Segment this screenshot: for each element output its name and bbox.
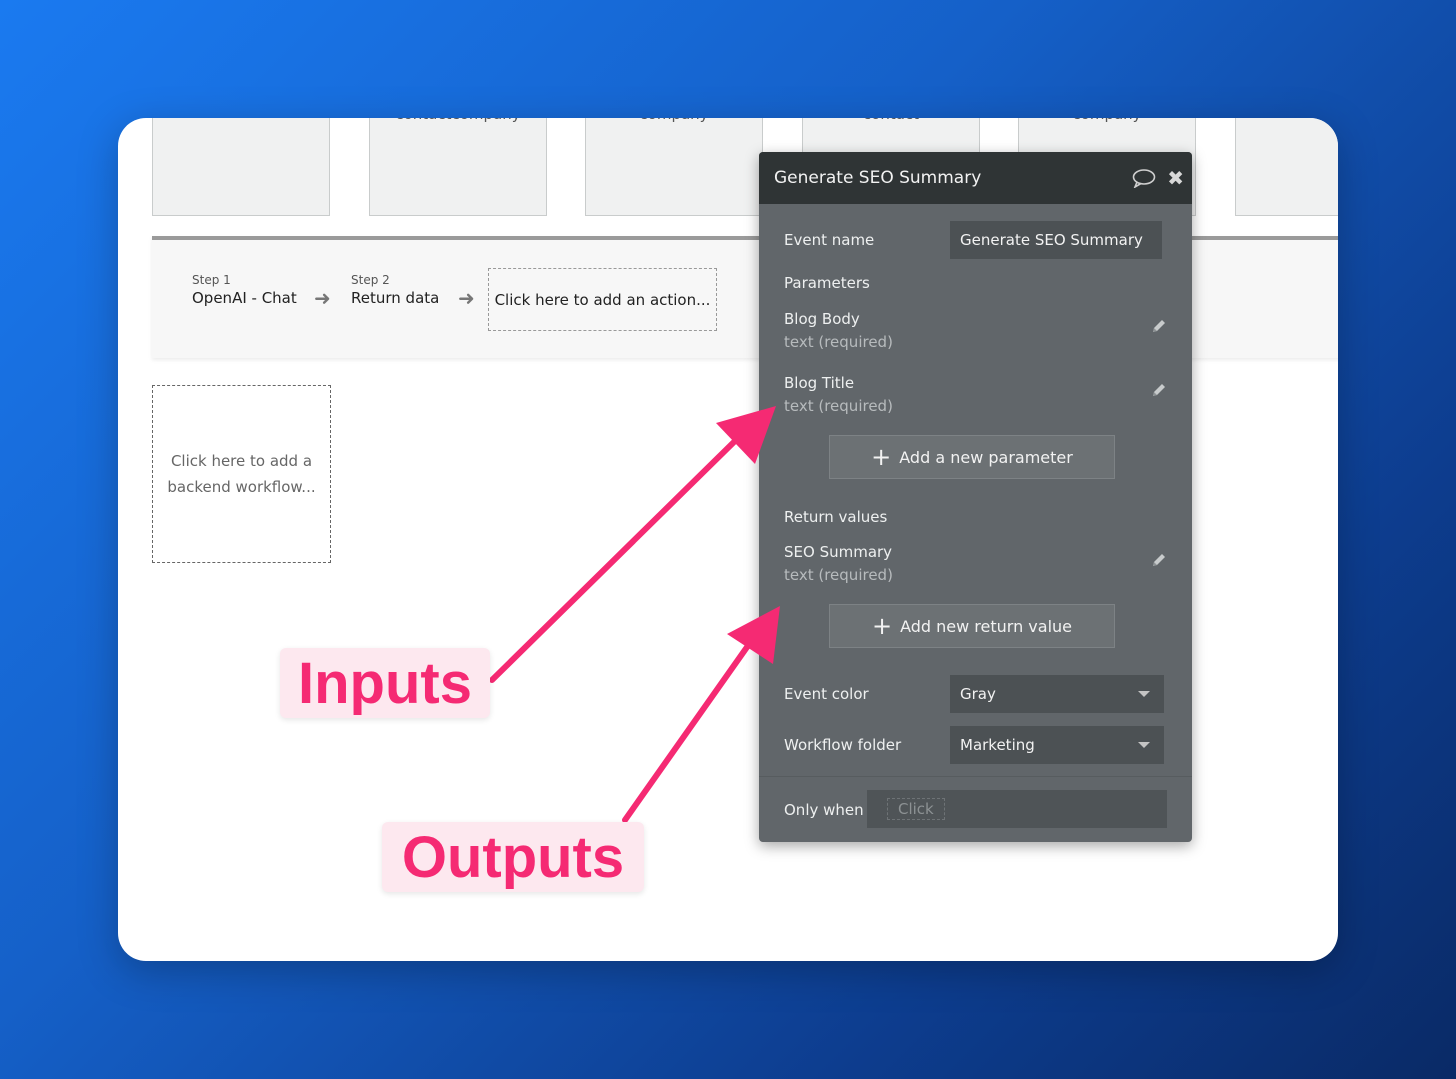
event-color-value: Gray xyxy=(960,685,996,703)
only-when-label: Only when xyxy=(784,801,864,819)
workflow-folder-dropdown[interactable]: Marketing xyxy=(950,726,1164,764)
add-parameter-button[interactable]: + Add a new parameter xyxy=(829,435,1115,479)
step-number: Step 1 xyxy=(192,273,231,287)
add-action-button[interactable]: Click here to add an action... xyxy=(488,268,717,331)
comment-icon[interactable] xyxy=(1132,168,1156,192)
column-label: company xyxy=(586,118,762,123)
parameter-type: text (required) xyxy=(784,333,893,351)
workflow-folder-value: Marketing xyxy=(960,736,1035,754)
workflow-folder-label: Workflow folder xyxy=(784,736,902,754)
step-name: Return data xyxy=(351,289,440,307)
plus-icon: + xyxy=(871,612,893,640)
outputs-callout: Outputs xyxy=(382,822,644,892)
column-label: contact xyxy=(803,118,979,123)
arrow-right-icon: ➜ xyxy=(458,286,475,310)
arrow-right-icon: ➜ xyxy=(314,286,331,310)
event-name-input[interactable]: Generate SEO Summary xyxy=(950,221,1162,259)
return-value-type: text (required) xyxy=(784,566,893,584)
pencil-icon[interactable] xyxy=(1151,552,1167,572)
parameter-type: text (required) xyxy=(784,397,893,415)
add-backend-label: Click here to add a backend workflow... xyxy=(167,452,316,496)
chevron-down-icon xyxy=(1138,742,1150,748)
only-when-condition-input[interactable]: Click xyxy=(867,790,1167,828)
divider xyxy=(759,776,1192,777)
outputs-label: Outputs xyxy=(401,824,625,890)
return-values-heading: Return values xyxy=(784,508,888,526)
data-column-card[interactable]: co xyxy=(1235,118,1338,216)
inputs-callout: Inputs xyxy=(280,648,490,718)
step-number: Step 2 xyxy=(351,273,390,287)
add-backend-workflow-button[interactable]: Click here to add a backend workflow... xyxy=(152,385,331,563)
add-parameter-label: Add a new parameter xyxy=(899,447,1073,467)
panel-header: Generate SEO Summary ✖ xyxy=(759,152,1192,204)
parameters-heading: Parameters xyxy=(784,274,870,292)
event-name-label: Event name xyxy=(784,231,875,249)
workflow-step-2[interactable]: Step 2 Return data xyxy=(351,273,439,307)
data-column-card[interactable]: contactcompany xyxy=(369,118,547,216)
pencil-icon[interactable] xyxy=(1151,318,1167,338)
chevron-down-icon xyxy=(1138,691,1150,697)
event-properties-panel: Generate SEO Summary ✖ Event name Genera… xyxy=(759,152,1192,842)
step-name: OpenAI - Chat xyxy=(192,289,297,307)
close-icon[interactable]: ✖ xyxy=(1167,166,1184,190)
event-name-value: Generate SEO Summary xyxy=(960,231,1143,249)
parameter-name: Blog Body xyxy=(784,310,860,328)
add-return-value-label: Add new return value xyxy=(900,616,1073,636)
column-label: company xyxy=(1019,118,1195,123)
parameter-name: Blog Title xyxy=(784,374,855,392)
column-label: co xyxy=(1236,118,1338,123)
plus-icon: + xyxy=(871,443,892,471)
event-color-dropdown[interactable]: Gray xyxy=(950,675,1164,713)
pencil-icon[interactable] xyxy=(1151,382,1167,402)
workflow-step-1[interactable]: Step 1 OpenAI - Chat xyxy=(192,273,297,307)
column-label: contactcompany xyxy=(370,118,546,123)
data-column-card[interactable]: company xyxy=(585,118,763,216)
add-return-value-button[interactable]: + Add new return value xyxy=(829,604,1115,648)
event-color-label: Event color xyxy=(784,685,869,703)
data-column-card[interactable] xyxy=(152,118,330,216)
panel-title: Generate SEO Summary xyxy=(774,168,982,188)
return-value-name: SEO Summary xyxy=(784,543,893,561)
inputs-label: Inputs xyxy=(298,650,472,716)
only-when-placeholder: Click xyxy=(887,798,945,820)
